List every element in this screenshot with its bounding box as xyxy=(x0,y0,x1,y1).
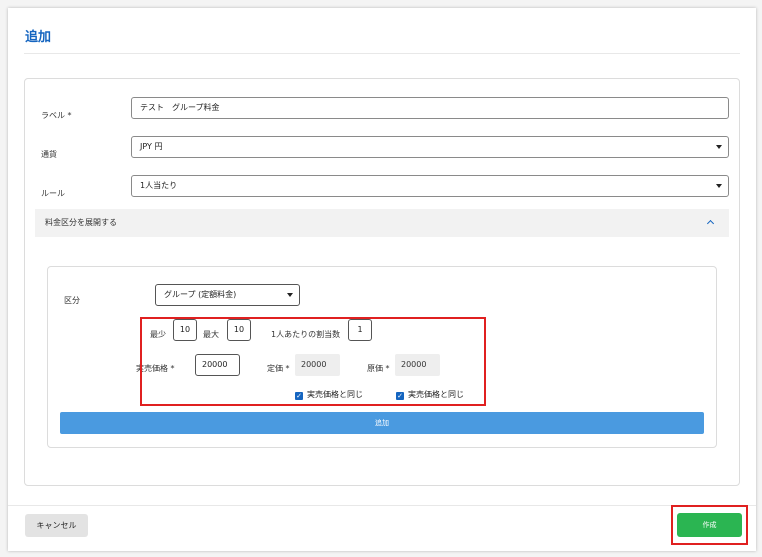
dialog-title: 追加 xyxy=(25,30,52,45)
cancel-button[interactable]: キャンセル xyxy=(25,514,88,537)
category-label: 区分 xyxy=(64,296,80,305)
footer-divider xyxy=(8,505,756,506)
category-select[interactable]: グループ (定額料金) xyxy=(155,284,300,306)
add-pricing-button[interactable]: 追加 xyxy=(60,412,704,434)
rule-select-value: 1人当たり xyxy=(140,181,178,190)
currency-field-label: 通貨 xyxy=(41,150,57,159)
chevron-down-icon xyxy=(716,145,722,149)
label-field-label: ラベル * xyxy=(41,111,72,120)
currency-select-value: JPY 円 xyxy=(140,142,163,151)
pricing-expander[interactable]: 料金区分を展開する xyxy=(35,209,729,237)
rule-field-label: ルール xyxy=(41,189,65,198)
label-input[interactable]: テスト グループ料金 xyxy=(131,97,729,119)
create-button[interactable]: 作成 xyxy=(677,513,742,537)
rule-select[interactable]: 1人当たり xyxy=(131,175,729,197)
currency-select[interactable]: JPY 円 xyxy=(131,136,729,158)
chevron-up-icon xyxy=(706,219,715,228)
dialog-window: 追加 ラベル * テスト グループ料金 通貨 JPY 円 ルール 1人当たり 料… xyxy=(8,8,756,551)
chevron-down-icon xyxy=(287,293,293,297)
form-card: ラベル * テスト グループ料金 通貨 JPY 円 ルール 1人当たり 料金区分… xyxy=(24,78,740,486)
highlight-frame-pricing xyxy=(140,317,486,406)
pricing-expander-label: 料金区分を展開する xyxy=(45,218,117,227)
category-select-value: グループ (定額料金) xyxy=(164,290,237,299)
title-divider xyxy=(24,53,740,54)
chevron-down-icon xyxy=(716,184,722,188)
